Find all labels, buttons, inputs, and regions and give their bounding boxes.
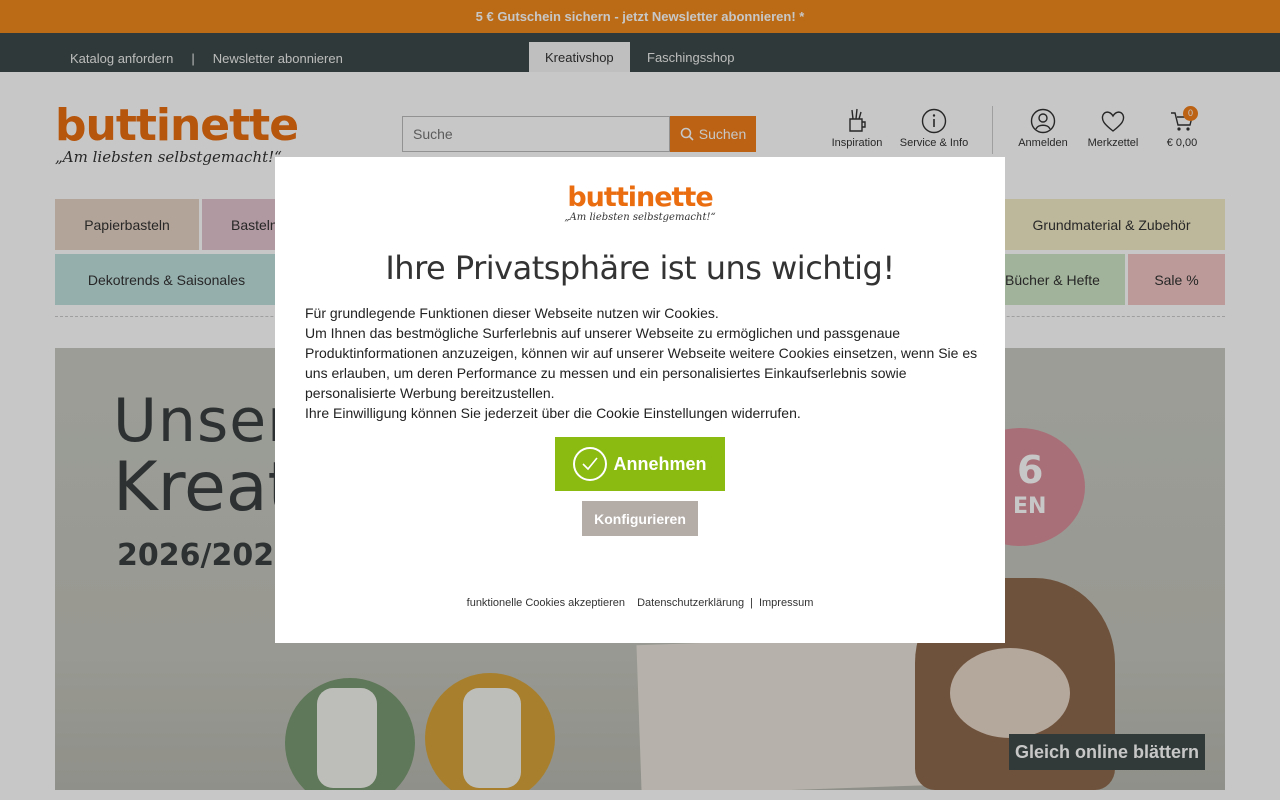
cookie-consent-dialog: buttinette „Am liebsten selbstgemacht!“ … [275, 157, 1005, 643]
accept-cookies-button[interactable]: Annehmen [555, 437, 725, 491]
modal-body-text: Für grundlegende Funktionen dieser Webse… [305, 303, 985, 423]
modal-text-line1: Für grundlegende Funktionen dieser Webse… [305, 305, 719, 321]
privacy-link[interactable]: Datenschutzerklärung [631, 597, 747, 609]
accept-label: Annehmen [613, 453, 707, 474]
modal-logo-slogan: „Am liebsten selbstgemacht!“ [564, 212, 716, 223]
modal-text-paragraph: Um Ihnen das bestmögliche Surferlebnis a… [305, 325, 978, 401]
footer-separator: | [750, 597, 753, 609]
modal-logo: buttinette „Am liebsten selbstgemacht!“ [275, 182, 1005, 223]
modal-footer-links: funktionelle Cookies akzeptieren Datensc… [275, 597, 1005, 609]
imprint-link[interactable]: Impressum [756, 597, 816, 609]
modal-logo-wordmark: buttinette [567, 182, 713, 213]
checkmark-icon [573, 447, 608, 481]
functional-cookies-link[interactable]: funktionelle Cookies akzeptieren [464, 597, 628, 609]
configure-cookies-button[interactable]: Konfigurieren [582, 501, 698, 536]
modal-title: Ihre Privatsphäre ist uns wichtig! [385, 249, 895, 287]
modal-text-revoke: Ihre Einwilligung können Sie jederzeit ü… [305, 405, 801, 421]
